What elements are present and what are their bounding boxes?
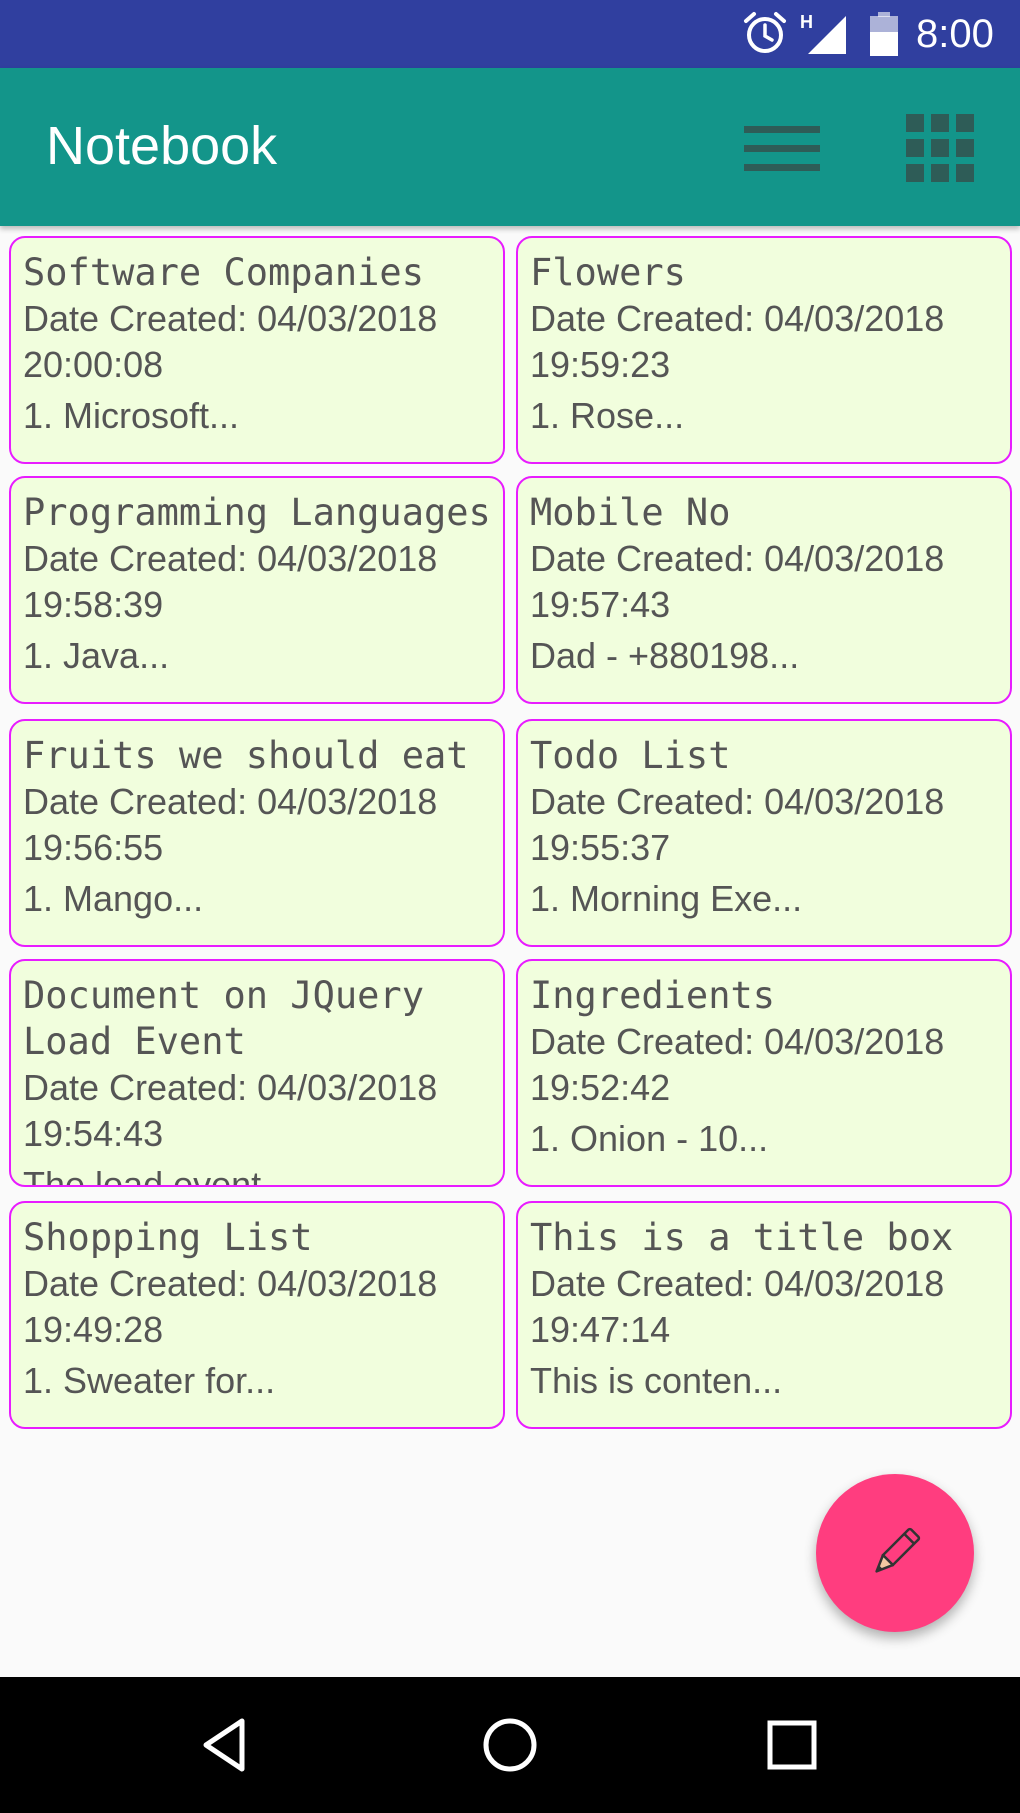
note-date: Date Created: 04/03/2018 20:00:08 (23, 298, 438, 385)
note-date: Date Created: 04/03/2018 19:52:42 (530, 1021, 945, 1108)
back-icon[interactable] (196, 1713, 260, 1777)
note-date: Date Created: 04/03/2018 19:55:37 (530, 781, 945, 868)
note-title: This is a title box (530, 1216, 954, 1259)
note-date: Date Created: 04/03/2018 19:47:14 (530, 1263, 945, 1350)
note-title: Flowers (530, 251, 686, 294)
note-preview: 1. Sweater for... (23, 1360, 276, 1401)
note-card[interactable]: Programming Languages Date Created: 04/0… (9, 476, 505, 704)
note-title: Fruits we should eat (23, 734, 469, 777)
note-card[interactable]: Document on JQuery Load Event Date Creat… (9, 959, 505, 1187)
note-date: Date Created: 04/03/2018 19:56:55 (23, 781, 438, 868)
note-title: Shopping List (23, 1216, 313, 1259)
pencil-icon (875, 1527, 921, 1573)
note-card[interactable]: Todo List Date Created: 04/03/2018 19:55… (516, 719, 1012, 947)
note-title: Document on JQuery Load Event (23, 974, 424, 1063)
note-title: Ingredients (530, 974, 776, 1017)
note-date: Date Created: 04/03/2018 19:54:43 (23, 1067, 438, 1154)
note-date: Date Created: 04/03/2018 19:59:23 (530, 298, 945, 385)
alarm-icon (744, 12, 786, 53)
note-card[interactable]: Software Companies Date Created: 04/03/2… (9, 236, 505, 464)
note-card[interactable]: This is a title box Date Created: 04/03/… (516, 1201, 1012, 1429)
note-preview: 1. Mango... (23, 878, 204, 919)
list-view-button[interactable] (738, 104, 826, 192)
note-title: Programming Languages (23, 491, 491, 534)
app-title: Notebook (46, 116, 278, 176)
note-card[interactable]: Fruits we should eat Date Created: 04/03… (9, 719, 505, 947)
note-date: Date Created: 04/03/2018 19:57:43 (530, 538, 945, 625)
note-card[interactable]: Mobile No Date Created: 04/03/2018 19:57… (516, 476, 1012, 704)
note-title: Mobile No (530, 491, 731, 534)
note-preview: 1. Onion - 10... (530, 1118, 769, 1159)
status-time: 8:00 (916, 12, 994, 56)
new-note-button[interactable] (816, 1474, 974, 1632)
note-card[interactable]: Flowers Date Created: 04/03/2018 19:59:2… (516, 236, 1012, 464)
note-preview: This is conten... (530, 1360, 783, 1401)
recents-icon[interactable] (760, 1713, 824, 1777)
note-date: Date Created: 04/03/2018 19:58:39 (23, 538, 438, 625)
note-preview: 1. Rose... (530, 395, 685, 436)
signal-icon: H (800, 12, 846, 54)
note-date: Date Created: 04/03/2018 19:49:28 (23, 1263, 438, 1350)
note-title: Todo List (530, 734, 731, 777)
note-preview: The load event... (23, 1164, 292, 1187)
note-preview: Dad - +880198... (530, 635, 800, 676)
status-bar: H 8:00 (0, 0, 1020, 68)
note-card[interactable]: Ingredients Date Created: 04/03/2018 19:… (516, 959, 1012, 1187)
menu-icon (744, 126, 820, 171)
app-bar: Notebook (0, 68, 1020, 226)
system-nav-bar (0, 1677, 1020, 1813)
network-type-label: H (800, 12, 813, 32)
note-preview: 1. Microsoft... (23, 395, 240, 436)
note-title: Software Companies (23, 251, 424, 294)
note-preview: 1. Java... (23, 635, 170, 676)
grid-view-button[interactable] (896, 104, 984, 192)
note-card[interactable]: Shopping List Date Created: 04/03/2018 1… (9, 1201, 505, 1429)
note-preview: 1. Morning Exe... (530, 878, 803, 919)
battery-icon (870, 12, 898, 56)
home-icon[interactable] (478, 1713, 542, 1777)
grid-view-icon (906, 114, 974, 182)
